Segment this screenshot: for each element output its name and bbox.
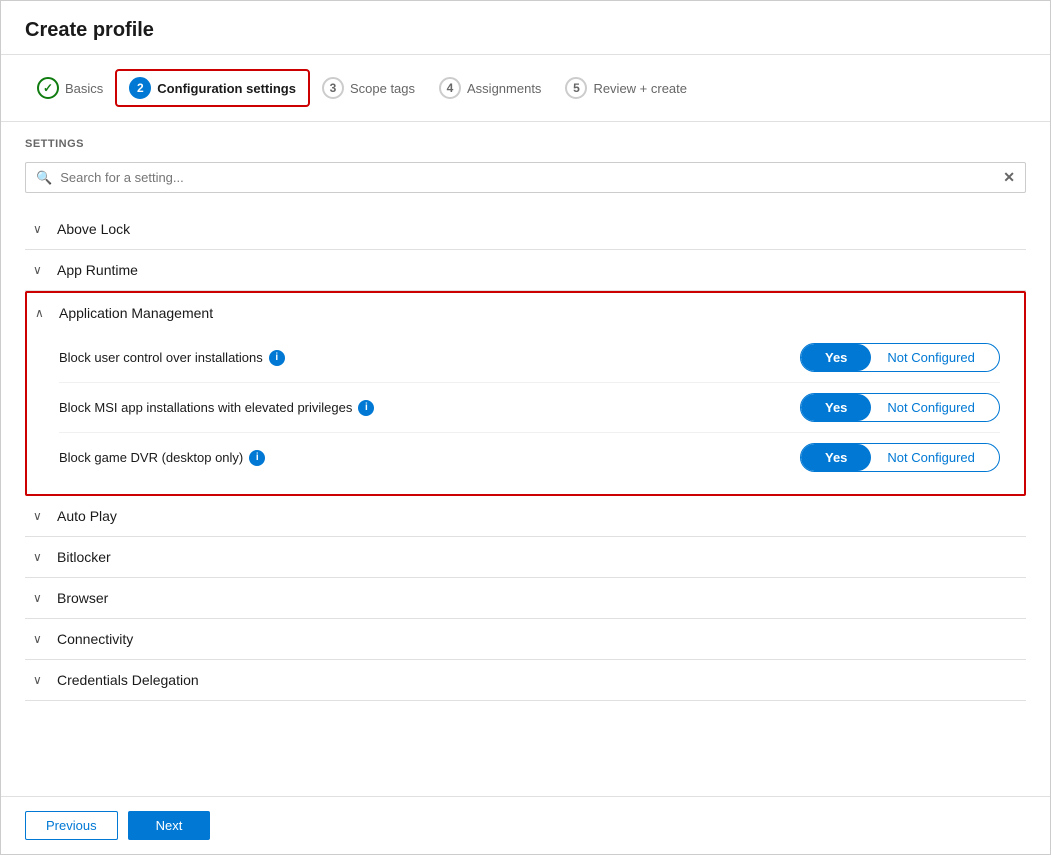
section-connectivity-label: Connectivity [57, 631, 133, 647]
section-application-management-header[interactable]: ∧ Application Management [27, 293, 1024, 333]
setting-block-game-dvr-name: Block game DVR (desktop only) i [59, 450, 800, 466]
step-label-assignments: Assignments [467, 81, 541, 96]
wizard-steps: ✓ Basics 2 Configuration settings 3 Scop… [1, 55, 1050, 122]
toggle-block-game-dvr[interactable]: Yes Not Configured [800, 443, 1000, 472]
toggle-block-msi-app[interactable]: Yes Not Configured [800, 393, 1000, 422]
next-button[interactable]: Next [128, 811, 211, 840]
toggle-not-configured-block-msi-app[interactable]: Not Configured [871, 394, 990, 421]
page-wrapper: Create profile ✓ Basics 2 Configuration … [0, 0, 1051, 855]
section-above-lock-header[interactable]: ∨ Above Lock [25, 209, 1026, 249]
info-icon-block-msi-app[interactable]: i [358, 400, 374, 416]
step-configuration-settings[interactable]: 2 Configuration settings [115, 69, 310, 107]
setting-block-user-control: Block user control over installations i … [59, 333, 1000, 383]
step-label-basics: Basics [65, 81, 103, 96]
search-clear-icon[interactable]: ✕ [1003, 169, 1015, 186]
toggle-block-user-control[interactable]: Yes Not Configured [800, 343, 1000, 372]
page-title: Create profile [25, 19, 154, 41]
footer: Previous Next [1, 796, 1050, 854]
section-connectivity-header[interactable]: ∨ Connectivity [25, 619, 1026, 659]
toggle-not-configured-block-game-dvr[interactable]: Not Configured [871, 444, 990, 471]
section-connectivity: ∨ Connectivity [25, 619, 1026, 660]
section-app-runtime-header[interactable]: ∨ App Runtime [25, 250, 1026, 290]
info-icon-block-game-dvr[interactable]: i [249, 450, 265, 466]
section-browser-header[interactable]: ∨ Browser [25, 578, 1026, 618]
step-label-scope-tags: Scope tags [350, 81, 415, 96]
section-credentials-delegation-label: Credentials Delegation [57, 672, 199, 688]
chevron-down-icon: ∨ [33, 509, 49, 523]
step-label-configuration: Configuration settings [157, 81, 296, 96]
step-circle-basics: ✓ [37, 77, 59, 99]
section-browser-label: Browser [57, 590, 108, 606]
toggle-not-configured-block-user-control[interactable]: Not Configured [871, 344, 990, 371]
section-bitlocker-label: Bitlocker [57, 549, 111, 565]
chevron-down-icon: ∨ [33, 222, 49, 236]
section-bitlocker-header[interactable]: ∨ Bitlocker [25, 537, 1026, 577]
toggle-yes-block-user-control[interactable]: Yes [801, 344, 871, 371]
section-auto-play-label: Auto Play [57, 508, 117, 524]
step-circle-scope-tags: 3 [322, 77, 344, 99]
step-review-create[interactable]: 5 Review + create [553, 71, 699, 105]
section-bitlocker: ∨ Bitlocker [25, 537, 1026, 578]
section-auto-play: ∨ Auto Play [25, 496, 1026, 537]
section-above-lock-label: Above Lock [57, 221, 130, 237]
step-circle-assignments: 4 [439, 77, 461, 99]
search-bar: 🔍 ✕ [25, 162, 1026, 193]
section-credentials-delegation-header[interactable]: ∨ Credentials Delegation [25, 660, 1026, 700]
toggle-yes-block-msi-app[interactable]: Yes [801, 394, 871, 421]
chevron-down-icon: ∨ [33, 591, 49, 605]
chevron-down-icon: ∨ [33, 673, 49, 687]
setting-block-msi-app-name: Block MSI app installations with elevate… [59, 400, 800, 416]
toggle-yes-block-game-dvr[interactable]: Yes [801, 444, 871, 471]
section-application-management: ∧ Application Management Block user cont… [25, 291, 1026, 496]
content-area: SETTINGS 🔍 ✕ ∨ Above Lock ∨ App Runtime … [1, 122, 1050, 796]
setting-block-user-control-name: Block user control over installations i [59, 350, 800, 366]
section-app-runtime-label: App Runtime [57, 262, 138, 278]
chevron-down-icon: ∨ [33, 632, 49, 646]
search-icon: 🔍 [36, 170, 52, 186]
step-circle-configuration: 2 [129, 77, 151, 99]
step-basics[interactable]: ✓ Basics [25, 71, 115, 105]
section-above-lock: ∨ Above Lock [25, 209, 1026, 250]
section-application-management-label: Application Management [59, 305, 213, 321]
settings-section-label: SETTINGS [25, 138, 1026, 150]
previous-button[interactable]: Previous [25, 811, 118, 840]
step-scope-tags[interactable]: 3 Scope tags [310, 71, 427, 105]
setting-block-game-dvr: Block game DVR (desktop only) i Yes Not … [59, 433, 1000, 482]
chevron-up-icon: ∧ [35, 306, 51, 320]
page-header: Create profile [1, 1, 1050, 55]
step-assignments[interactable]: 4 Assignments [427, 71, 553, 105]
app-management-settings: Block user control over installations i … [27, 333, 1024, 494]
search-input[interactable] [60, 170, 1003, 185]
section-browser: ∨ Browser [25, 578, 1026, 619]
info-icon-block-user-control[interactable]: i [269, 350, 285, 366]
chevron-down-icon: ∨ [33, 263, 49, 277]
section-credentials-delegation: ∨ Credentials Delegation [25, 660, 1026, 701]
step-label-review-create: Review + create [593, 81, 687, 96]
section-auto-play-header[interactable]: ∨ Auto Play [25, 496, 1026, 536]
chevron-down-icon: ∨ [33, 550, 49, 564]
step-circle-review-create: 5 [565, 77, 587, 99]
setting-block-msi-app: Block MSI app installations with elevate… [59, 383, 1000, 433]
section-app-runtime: ∨ App Runtime [25, 250, 1026, 291]
